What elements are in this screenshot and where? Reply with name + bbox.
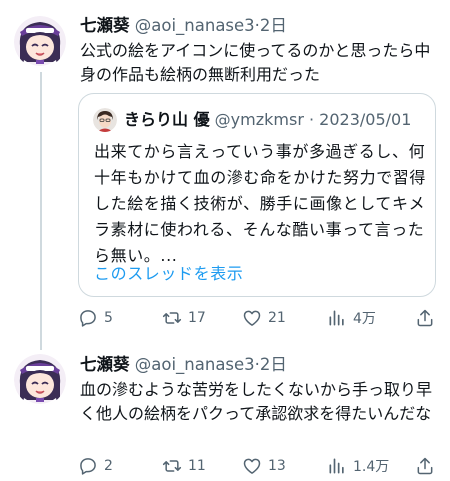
quote-avatar-icon bbox=[93, 108, 117, 132]
handle-and-time[interactable]: @aoi_nanase3·2日 bbox=[135, 16, 287, 35]
avatar[interactable] bbox=[14, 354, 66, 406]
reply-button[interactable]: 5 bbox=[78, 306, 113, 330]
view-count: 4万 bbox=[353, 311, 376, 327]
post-text: 公式の絵をアイコンに使ってるのかと思ったら中身の作品も絵柄の無断利用だった bbox=[80, 41, 431, 84]
like-count: 13 bbox=[268, 458, 286, 474]
share-icon bbox=[417, 457, 433, 475]
quoted-post-card[interactable]: きらり山 優 @ymzkmsr · 2023/05/01 出来てから言えっていう… bbox=[78, 93, 436, 297]
share-icon bbox=[417, 309, 433, 327]
handle-and-time[interactable]: @aoi_nanase3·2日 bbox=[135, 355, 287, 374]
repost-button[interactable]: 11 bbox=[162, 454, 206, 478]
show-thread-link[interactable]: このスレッドを表示 bbox=[94, 260, 243, 284]
repost-button[interactable]: 17 bbox=[162, 306, 206, 330]
views-button[interactable]: 1.4万 bbox=[327, 454, 389, 478]
thread-connector-line bbox=[40, 72, 42, 350]
quote-text: 出来てから言えっていう事が多過ぎるし、何十年もかけて血の滲む命をかけた努力で習得… bbox=[94, 142, 427, 265]
like-button[interactable]: 13 bbox=[242, 454, 286, 478]
quote-display-name: きらり山 優 bbox=[124, 110, 210, 129]
repost-icon bbox=[162, 312, 182, 324]
view-count: 1.4万 bbox=[353, 459, 390, 475]
post-header: 七瀬葵 @aoi_nanase3·2日 bbox=[80, 15, 287, 37]
anime-girl-avatar-icon bbox=[14, 16, 66, 68]
display-name[interactable]: 七瀬葵 bbox=[80, 16, 130, 35]
reply-count: 2 bbox=[104, 458, 113, 474]
reply-icon bbox=[80, 310, 96, 327]
avatar[interactable] bbox=[14, 16, 66, 68]
repost-count: 11 bbox=[188, 458, 206, 474]
share-button[interactable] bbox=[415, 454, 435, 478]
views-button[interactable]: 4万 bbox=[327, 306, 376, 330]
display-name[interactable]: 七瀬葵 bbox=[80, 355, 130, 374]
heart-icon bbox=[243, 458, 261, 474]
reply-icon bbox=[80, 458, 96, 475]
anime-girl-avatar-icon bbox=[14, 354, 66, 406]
post-actions: 2 11 13 1.4万 bbox=[78, 454, 440, 478]
views-chart-icon bbox=[329, 458, 344, 474]
post-text: 血の滲むような苦労をしたくないから手っ取り早く他人の絵柄をパクって承認欲求を得た… bbox=[80, 380, 433, 423]
quote-header: きらり山 優 @ymzkmsr · 2023/05/01 bbox=[124, 110, 411, 130]
repost-count: 17 bbox=[188, 310, 206, 326]
heart-icon bbox=[243, 310, 261, 326]
post-actions: 5 17 21 4万 bbox=[78, 306, 440, 330]
views-chart-icon bbox=[329, 310, 344, 326]
quote-handle-and-date: @ymzkmsr · 2023/05/01 bbox=[214, 110, 412, 129]
like-button[interactable]: 21 bbox=[242, 306, 286, 330]
share-button[interactable] bbox=[415, 306, 435, 330]
quote-avatar bbox=[93, 108, 117, 132]
repost-icon bbox=[162, 460, 182, 472]
post-header: 七瀬葵 @aoi_nanase3·2日 bbox=[80, 354, 287, 376]
reply-count: 5 bbox=[104, 310, 113, 326]
like-count: 21 bbox=[268, 310, 286, 326]
reply-button[interactable]: 2 bbox=[78, 454, 113, 478]
